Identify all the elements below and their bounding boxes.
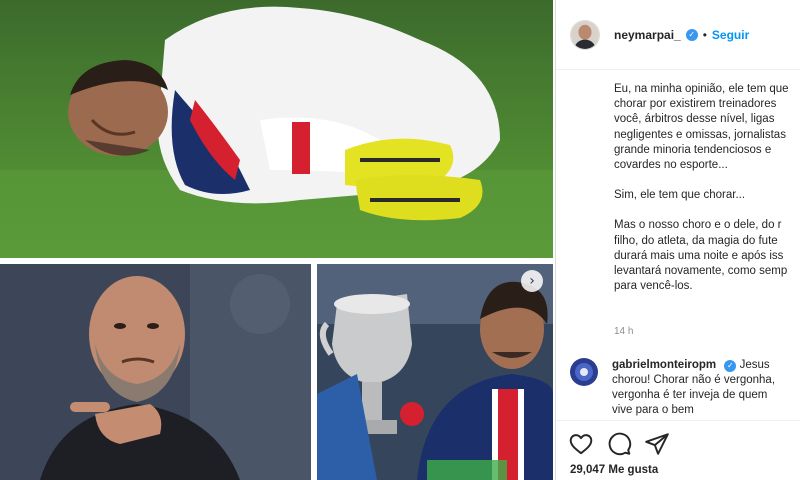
heart-icon[interactable] xyxy=(568,431,594,457)
photo-coach-pointing xyxy=(0,264,311,480)
share-icon[interactable] xyxy=(644,431,670,457)
post-media-collage[interactable]: › xyxy=(0,0,553,480)
caption-line: levantará novamente, como semp xyxy=(614,265,788,278)
post-header: neymarpai_ ✓ • Seguir xyxy=(556,0,800,70)
caption-line: covardes no esporte... xyxy=(614,159,728,172)
commenter-avatar[interactable] xyxy=(570,358,598,386)
author-avatar[interactable] xyxy=(570,19,600,50)
separator-dot: • xyxy=(702,27,707,42)
post-caption: Eu, na minha opinião, ele tem que chorar… xyxy=(614,82,800,309)
post-actions-bar: 29,047 Me gusta xyxy=(556,420,800,480)
caption-line: Mas o nosso choro e o dele, do r xyxy=(614,219,782,232)
comment-icon[interactable] xyxy=(606,431,632,457)
comment-line: chorou! Chorar não é vergonha, xyxy=(612,374,776,386)
caption-line: chorar por existirem treinadores xyxy=(614,98,777,111)
caption-line: Eu, na minha opinião, ele tem que xyxy=(614,83,789,95)
post-side-panel: neymarpai_ ✓ • Seguir Eu, na minha opini… xyxy=(555,0,800,480)
post-timestamp[interactable]: 14 h xyxy=(614,326,633,337)
caption-line: filho, do atleta, da magia do fute xyxy=(614,234,778,247)
caption-line: você, árbitros desse nível, ligas xyxy=(614,113,775,126)
follow-button[interactable]: Seguir xyxy=(712,28,749,42)
commenter-username[interactable]: gabrielmonteiropm xyxy=(612,359,716,371)
verified-badge-icon: ✓ xyxy=(724,360,737,372)
verified-badge-icon: ✓ xyxy=(685,28,698,41)
next-image-chevron-right-icon[interactable]: › xyxy=(521,270,543,292)
comment-line: vive para o bem xyxy=(612,404,694,416)
comment-text: gabrielmonteiropm ✓ Jesus chorou! Chorar… xyxy=(612,358,775,420)
caption-line: grande minoria tendenciosos e xyxy=(614,143,772,156)
caption-line: negligentes e omissas, jornalistas xyxy=(614,128,786,141)
author-username[interactable]: neymarpai_ xyxy=(614,28,681,42)
comment-item: gabrielmonteiropm ✓ Jesus chorou! Chorar… xyxy=(570,358,800,420)
photo-player-with-trophy: › xyxy=(317,264,553,480)
comment-line: vergonha é ter inveja de quem xyxy=(612,389,768,401)
caption-line: durará mais uma noite e após iss xyxy=(614,249,784,262)
comment-line: Jesus xyxy=(739,359,770,371)
photo-player-on-pitch xyxy=(0,0,553,258)
caption-line: para vencê-los. xyxy=(614,280,693,293)
likes-count[interactable]: 29,047 Me gusta xyxy=(570,464,658,476)
caption-line: Sim, ele tem que chorar... xyxy=(614,189,746,202)
